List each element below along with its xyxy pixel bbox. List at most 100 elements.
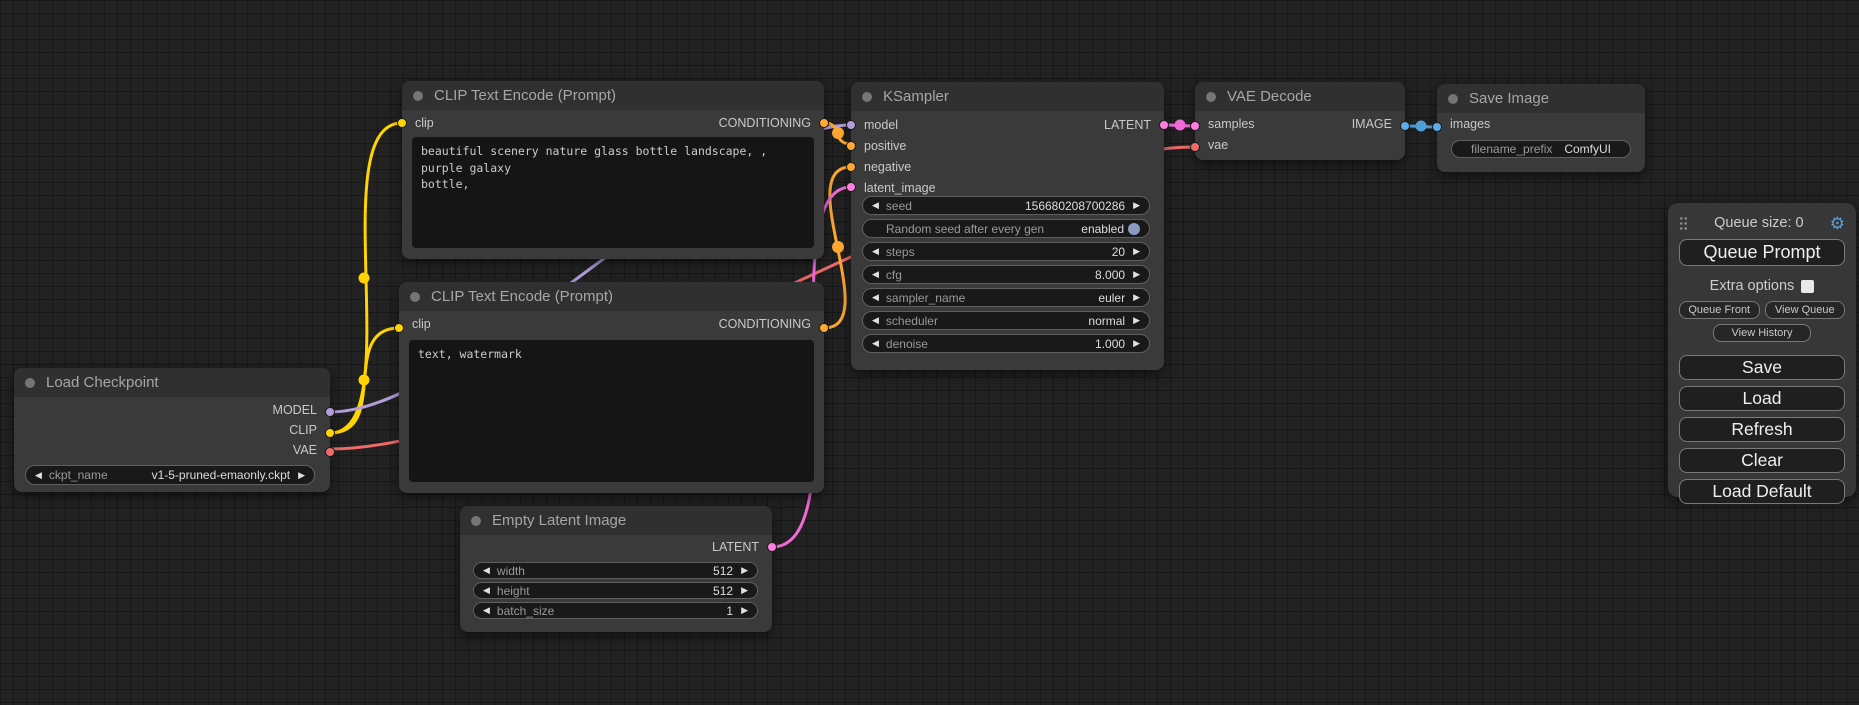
collapse-dot-icon[interactable] — [25, 378, 35, 388]
collapse-dot-icon[interactable] — [471, 516, 481, 526]
link-dot[interactable] — [832, 127, 844, 139]
input-port-model[interactable] — [846, 120, 856, 130]
node-titlebar[interactable]: Save Image — [1437, 84, 1645, 113]
decrement-arrow-icon[interactable]: ◀ — [872, 270, 879, 279]
decrement-arrow-icon[interactable]: ◀ — [483, 606, 490, 615]
widget-label: height — [497, 584, 530, 598]
output-port-latent[interactable] — [1159, 120, 1169, 130]
seed-widget[interactable]: ◀ seed 156680208700286 ▶ — [862, 196, 1150, 215]
width-widget[interactable]: ◀ width 512 ▶ — [473, 562, 758, 579]
load-button[interactable]: Load — [1679, 386, 1845, 411]
input-port-clip[interactable] — [394, 323, 404, 333]
node-titlebar[interactable]: VAE Decode — [1195, 82, 1405, 111]
decrement-arrow-icon[interactable]: ◀ — [872, 293, 879, 302]
link-dot[interactable] — [832, 241, 844, 253]
input-port-images[interactable] — [1432, 122, 1442, 132]
input-port-samples[interactable] — [1190, 121, 1200, 131]
load-default-button[interactable]: Load Default — [1679, 479, 1845, 504]
increment-arrow-icon[interactable]: ▶ — [1133, 201, 1140, 210]
drag-handle-icon[interactable] — [1679, 216, 1688, 230]
node-titlebar[interactable]: CLIP Text Encode (Prompt) — [402, 81, 824, 110]
node-save-image[interactable]: Save Image images filename_prefix ComfyU… — [1437, 84, 1645, 172]
input-port-vae[interactable] — [1190, 142, 1200, 152]
output-port-model[interactable] — [325, 407, 335, 417]
link-dot[interactable] — [1416, 121, 1427, 132]
output-port-latent[interactable] — [767, 542, 777, 552]
decrement-arrow-icon[interactable]: ◀ — [483, 586, 490, 595]
collapse-dot-icon[interactable] — [413, 91, 423, 101]
view-queue-button[interactable]: View Queue — [1765, 301, 1846, 319]
denoise-widget[interactable]: ◀ denoise 1.000 ▶ — [862, 334, 1150, 353]
output-port-conditioning[interactable] — [819, 118, 829, 128]
node-titlebar[interactable]: CLIP Text Encode (Prompt) — [399, 282, 824, 311]
node-graph-canvas[interactable]: Load Checkpoint MODEL CLIP VAE ◀ ckpt_na… — [0, 0, 1859, 705]
batch-size-widget[interactable]: ◀ batch_size 1 ▶ — [473, 602, 758, 619]
widget-value: ComfyUI — [1564, 142, 1611, 156]
node-titlebar[interactable]: KSampler — [851, 82, 1164, 111]
node-ksampler[interactable]: KSampler model LATENT positive negative … — [851, 82, 1164, 370]
decrement-arrow-icon[interactable]: ◀ — [483, 566, 490, 575]
collapse-dot-icon[interactable] — [1206, 92, 1216, 102]
negative-prompt-textarea[interactable]: text, watermark — [409, 340, 814, 482]
node-titlebar[interactable]: Load Checkpoint — [14, 368, 330, 397]
decrement-arrow-icon[interactable]: ◀ — [35, 471, 42, 480]
output-port-conditioning[interactable] — [819, 323, 829, 333]
widget-value: 512 — [713, 564, 733, 578]
ckpt-name-widget[interactable]: ◀ ckpt_name v1-5-pruned-emaonly.ckpt ▶ — [25, 465, 315, 485]
increment-arrow-icon[interactable]: ▶ — [1133, 293, 1140, 302]
input-port-negative[interactable] — [846, 162, 856, 172]
random-seed-widget[interactable]: Random seed after every gen enabled — [862, 219, 1150, 238]
input-port-latent-image[interactable] — [846, 182, 856, 192]
input-port-positive[interactable] — [846, 141, 856, 151]
widget-label: Random seed after every gen — [886, 222, 1044, 236]
increment-arrow-icon[interactable]: ▶ — [1133, 270, 1140, 279]
output-port-clip[interactable] — [325, 428, 335, 438]
view-history-button[interactable]: View History — [1713, 324, 1811, 342]
sampler-name-widget[interactable]: ◀ sampler_name euler ▶ — [862, 288, 1150, 307]
output-port-image[interactable] — [1400, 121, 1410, 131]
increment-arrow-icon[interactable]: ▶ — [1133, 316, 1140, 325]
node-vae-decode[interactable]: VAE Decode samples IMAGE vae — [1195, 82, 1405, 160]
link-dot[interactable] — [1175, 120, 1186, 131]
collapse-dot-icon[interactable] — [1448, 94, 1458, 104]
increment-arrow-icon[interactable]: ▶ — [741, 606, 748, 615]
node-empty-latent-image[interactable]: Empty Latent Image LATENT ◀ width 512 ▶ … — [460, 506, 772, 632]
queue-front-button[interactable]: Queue Front — [1679, 301, 1760, 319]
gear-icon[interactable]: ⚙ — [1830, 215, 1845, 232]
link-dot[interactable] — [359, 273, 370, 284]
input-port-clip[interactable] — [397, 118, 407, 128]
node-clip-text-encode-positive[interactable]: CLIP Text Encode (Prompt) clip CONDITION… — [402, 81, 824, 259]
refresh-button[interactable]: Refresh — [1679, 417, 1845, 442]
filename-prefix-widget[interactable]: filename_prefix ComfyUI — [1451, 140, 1631, 158]
node-title-label: VAE Decode — [1227, 88, 1312, 105]
extra-options-checkbox[interactable] — [1801, 280, 1814, 293]
queue-prompt-button[interactable]: Queue Prompt — [1679, 239, 1845, 266]
output-port-vae[interactable] — [325, 447, 335, 457]
increment-arrow-icon[interactable]: ▶ — [1133, 247, 1140, 256]
scheduler-widget[interactable]: ◀ scheduler normal ▶ — [862, 311, 1150, 330]
collapse-dot-icon[interactable] — [862, 92, 872, 102]
increment-arrow-icon[interactable]: ▶ — [741, 566, 748, 575]
widget-label: scheduler — [886, 314, 938, 328]
cfg-widget[interactable]: ◀ cfg 8.000 ▶ — [862, 265, 1150, 284]
toggle-enabled-icon[interactable] — [1128, 223, 1140, 235]
height-widget[interactable]: ◀ height 512 ▶ — [473, 582, 758, 599]
clear-button[interactable]: Clear — [1679, 448, 1845, 473]
widget-value: 8.000 — [1095, 268, 1125, 282]
link-dot[interactable] — [359, 375, 370, 386]
decrement-arrow-icon[interactable]: ◀ — [872, 247, 879, 256]
positive-prompt-textarea[interactable]: beautiful scenery nature glass bottle la… — [412, 137, 814, 248]
decrement-arrow-icon[interactable]: ◀ — [872, 339, 879, 348]
save-button[interactable]: Save — [1679, 355, 1845, 380]
decrement-arrow-icon[interactable]: ◀ — [872, 316, 879, 325]
node-clip-text-encode-negative[interactable]: CLIP Text Encode (Prompt) clip CONDITION… — [399, 282, 824, 493]
increment-arrow-icon[interactable]: ▶ — [1133, 339, 1140, 348]
decrement-arrow-icon[interactable]: ◀ — [872, 201, 879, 210]
node-load-checkpoint[interactable]: Load Checkpoint MODEL CLIP VAE ◀ ckpt_na… — [14, 368, 330, 492]
increment-arrow-icon[interactable]: ▶ — [741, 586, 748, 595]
node-titlebar[interactable]: Empty Latent Image — [460, 506, 772, 535]
collapse-dot-icon[interactable] — [410, 292, 420, 302]
steps-widget[interactable]: ◀ steps 20 ▶ — [862, 242, 1150, 261]
increment-arrow-icon[interactable]: ▶ — [298, 471, 305, 480]
widget-label: denoise — [886, 337, 928, 351]
